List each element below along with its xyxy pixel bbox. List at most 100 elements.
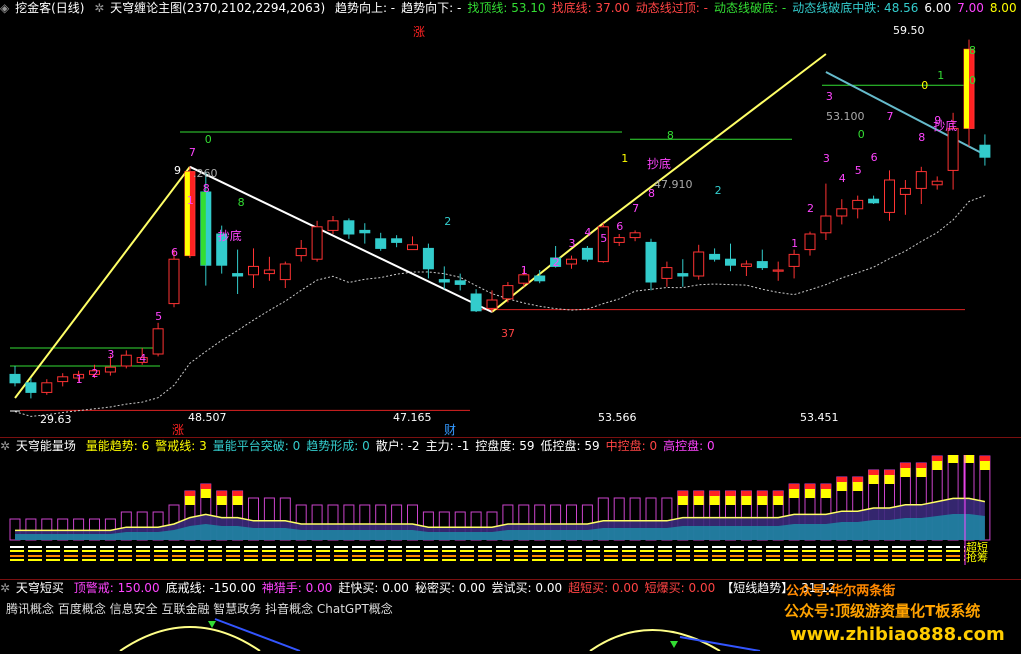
candle[interactable] [788,253,800,267]
candle[interactable] [756,261,768,269]
wealth-marker: 财 [444,423,456,437]
sequence-number: 5 [600,232,607,245]
candle[interactable] [279,263,291,281]
candle[interactable] [820,215,832,234]
sequence-number: 8 [918,131,925,144]
sequence-number: 4 [839,172,846,185]
volume-indicator-value: 低控盘: 59 [540,439,600,453]
candle[interactable] [677,273,689,277]
candle[interactable] [868,198,880,204]
candle[interactable] [725,258,736,266]
sequence-number: 8 [238,196,245,209]
volume-bar-fill [884,474,895,484]
volume-bar-fill [932,456,943,461]
sequence-number: 2 [553,256,560,269]
candle[interactable] [422,247,434,270]
sequence-number: 4 [139,352,146,365]
candle[interactable] [152,328,164,355]
candle[interactable] [391,238,403,243]
candle[interactable] [232,273,244,277]
candle[interactable] [693,251,705,277]
buy-bottom-label: 抄底 [218,228,242,243]
candle[interactable] [359,229,371,234]
candle[interactable] [248,265,259,276]
candle[interactable] [486,299,498,309]
candle[interactable] [454,280,466,285]
volume-bar-fill [216,495,227,505]
price-label: 37 [501,327,515,340]
candle[interactable] [566,258,577,265]
price-label: 59.50 [893,24,925,37]
candle[interactable] [41,382,53,393]
candle[interactable] [25,382,37,393]
short-trend-curve [119,626,261,652]
short-indicator-value: 短爆买: 0.00 [644,581,716,595]
candle[interactable] [884,179,895,213]
candle[interactable] [979,144,991,158]
candle[interactable] [168,258,180,305]
candle[interactable] [327,220,339,231]
candle[interactable] [629,232,641,239]
volume-bar-fill [836,481,847,491]
volume-bar-fill [725,495,736,505]
sequence-number: 8 [203,182,210,195]
candle[interactable] [534,275,546,282]
sequence-number: 7 [632,202,639,215]
candle[interactable] [709,253,721,260]
candle[interactable] [772,269,784,272]
volume-bar-fill [216,491,227,496]
volume-indicator-value: 中控盘: 0 [605,439,658,453]
watermark-1: 公众号:华尔两条街 [786,584,896,599]
volume-bar-fill [677,495,688,505]
sequence-number: 5 [855,164,862,177]
sequence-number: 0 [858,128,865,141]
candle[interactable] [645,241,657,283]
volume-chart[interactable]: 超短抢筹 [0,448,1021,579]
indicator-expand-icon[interactable]: ◈ [0,1,9,15]
candle[interactable] [740,263,752,267]
candle[interactable] [104,366,116,373]
volume-panel[interactable]: 超短 抢筹 [0,448,1021,579]
volume-gear-icon[interactable]: ✲ [0,439,10,453]
candle[interactable] [804,233,816,251]
candle[interactable] [931,180,943,186]
indicator-gear-icon[interactable]: ✲ [94,1,104,15]
short-panel-title: 天穹短买 [15,581,64,595]
price-label: 47.165 [393,411,432,424]
short-gear-icon[interactable]: ✲ [0,581,10,595]
candle[interactable] [9,373,21,384]
candle[interactable] [375,238,387,249]
candle[interactable] [57,376,69,383]
volume-indicator-value: 高控盘: 0 [663,439,715,453]
volume-bar-fill [709,495,720,505]
candle[interactable] [407,244,418,251]
main-chart-panel[interactable]: 123456181234567812345678997082128300108抄… [0,16,1021,438]
candle[interactable] [836,208,848,217]
watermark-3: www.zhibiao888.com [790,624,1005,645]
volume-bar-fill [868,470,879,475]
candle[interactable] [311,226,323,260]
candle[interactable] [438,279,450,283]
sequence-number: 1 [187,194,194,207]
candle[interactable] [613,237,625,243]
candlestick-chart[interactable]: 1 23 456181234 5678123456789970821283001 08抄… [0,16,1021,438]
candle[interactable] [120,354,132,367]
candle[interactable] [263,269,275,275]
sequence-number: 1 [521,264,528,277]
candle[interactable] [295,247,307,257]
buy-bottom-label: 抄底 [933,118,957,133]
volume-bar-fill [789,488,800,498]
sequence-number: 1 [76,373,83,386]
candle[interactable] [915,171,927,189]
candle[interactable] [343,220,355,235]
rise-marker: 涨 [172,422,184,437]
candle[interactable] [470,293,482,312]
candle[interactable] [581,247,593,260]
candle[interactable] [947,127,959,171]
sequence-number: 0 [205,133,212,146]
candle[interactable] [852,199,864,210]
candle[interactable] [661,267,673,279]
candle[interactable] [502,285,514,300]
candle[interactable] [899,187,911,195]
sequence-number: 7 [887,110,894,123]
